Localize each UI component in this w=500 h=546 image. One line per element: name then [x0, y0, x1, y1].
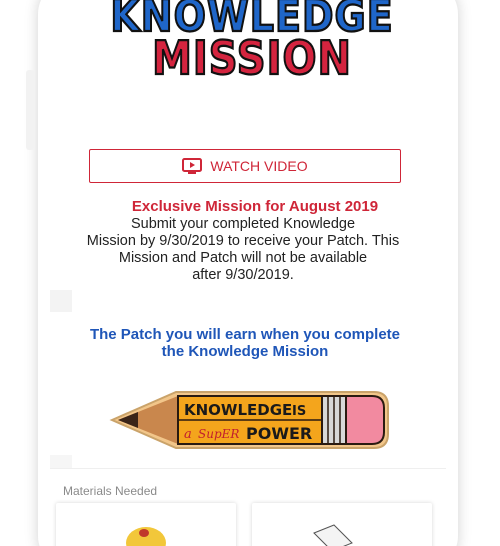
material-image-icon [126, 527, 166, 546]
materials-needed-label: Materials Needed [63, 484, 158, 498]
mission-description-line: Mission by 9/30/2019 to receive your Pat… [86, 233, 400, 249]
pencil-text-power: POWER [246, 424, 312, 443]
section-divider [50, 468, 446, 469]
material-card[interactable] [252, 503, 432, 546]
pencil-text-a: a [184, 427, 192, 442]
patch-heading-line: the Knowledge Mission [161, 343, 329, 360]
material-card[interactable] [56, 503, 236, 546]
scroll-edge-lower [50, 455, 72, 469]
knowledge-mission-logo: KNOWLEDGE MISSION [72, 0, 432, 88]
mission-title: Exclusive Mission for August 2019 [131, 198, 379, 215]
play-video-icon [182, 158, 203, 174]
phone-side-button [26, 70, 34, 150]
material-paper-icon [313, 524, 353, 546]
pencil-text-super: SupER [198, 427, 239, 441]
scroll-edge [50, 290, 72, 312]
mission-description-line: Mission and Patch will not be available [118, 250, 368, 266]
mission-description-line: Submit your completed Knowledge [130, 216, 356, 232]
patch-heading-line: The Patch you will earn when you complet… [89, 326, 401, 343]
mission-description: Submit your completed Knowledge Mission … [70, 216, 416, 284]
pencil-text-is: IS [292, 404, 306, 419]
watch-video-button[interactable]: WATCH VIDEO [89, 149, 401, 183]
logo-line-mission: MISSION [151, 31, 352, 86]
pencil-text-knowledge: KNOWLEDGE [184, 401, 292, 419]
mission-description-line: after 9/30/2019. [192, 267, 294, 283]
patch-heading: The Patch you will earn when you complet… [70, 326, 420, 360]
pencil-patch-image: KNOWLEDGE IS a SupER POWER [109, 391, 389, 449]
watch-video-label: WATCH VIDEO [210, 158, 308, 174]
